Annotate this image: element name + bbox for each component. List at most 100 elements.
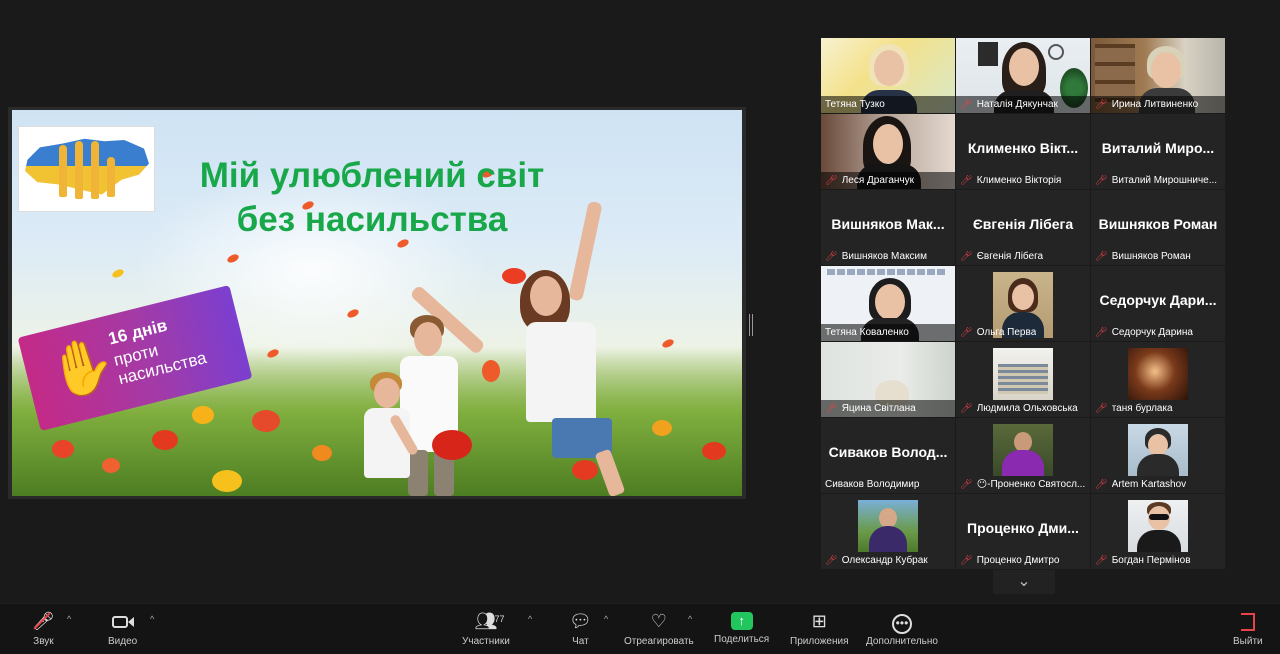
participants-count: 77 <box>494 614 505 624</box>
participant-name: 🎤︎ Вишняков Роман <box>1095 251 1191 262</box>
chat-bubble-icon: 💬︎ <box>569 611 592 631</box>
participant-name: 🎤︎ 😶-Проненко Святосл... <box>960 479 1086 490</box>
participants-button[interactable]: 👥︎ 77 Участники <box>462 610 510 647</box>
participant-tile[interactable]: 🎤︎ Наталія Дякунчак <box>956 38 1090 113</box>
participant-big-name: Вишняков Мак... <box>831 216 945 232</box>
people-icon: 👥︎ 77 <box>474 610 504 632</box>
participant-name: 🎤︎ Виталий Мирошниче... <box>1095 175 1218 186</box>
leave-door-icon <box>1240 610 1255 632</box>
chat-button[interactable]: 💬︎ Чат <box>569 610 592 647</box>
mic-muted-icon: 🎤︎ <box>1095 251 1108 262</box>
participant-tile[interactable]: 🎤︎ Олександр Кубрак <box>821 494 955 569</box>
family-logo <box>18 126 155 212</box>
audio-button[interactable]: 🎤︎ Звук <box>32 610 55 647</box>
participants-options-chevron-icon[interactable]: ^ <box>528 614 532 624</box>
mic-muted-icon: 🎤︎ <box>960 99 973 110</box>
participant-tile[interactable]: Сиваков Волод... Сиваков Володимир <box>821 418 955 493</box>
participant-tile[interactable]: 🎤︎ Яцина Світлана <box>821 342 955 417</box>
participant-name: 🎤︎ Євгенія Лібега <box>960 251 1044 262</box>
heart-icon: ♡ <box>650 611 667 631</box>
participant-big-name: Клименко Вікт... <box>967 140 1079 156</box>
slide-title: Мій улюблений світ без насильства <box>162 154 582 242</box>
mic-muted-icon: 🎤︎ <box>960 403 973 414</box>
participant-tile[interactable]: Тетяна Коваленко <box>821 266 955 341</box>
participant-name: 🎤︎ Леся Драганчук <box>821 172 955 189</box>
participant-name: Тетяна Коваленко <box>821 324 955 341</box>
chat-options-chevron-icon[interactable]: ^ <box>604 614 608 624</box>
gallery-next-page-chevron-icon[interactable]: ⌄ <box>993 570 1055 594</box>
mic-muted-icon: 🎤︎ <box>32 611 55 631</box>
participant-gallery: Тетяна Тузко 🎤︎ Наталія Дякунчак 🎤︎ Ирина … <box>821 38 1225 569</box>
meeting-toolbar: 🎤︎ Звук ^ Видео ^ 👥︎ 77 Участники ^ 💬︎ Ча… <box>0 603 1280 654</box>
participant-tile[interactable]: 🎤︎ Людмила Ольховська <box>956 342 1090 417</box>
apps-icon: ⊞ <box>811 611 827 631</box>
participant-tile[interactable]: 🎤︎ Богдан Пермінов <box>1091 494 1225 569</box>
mic-muted-icon: 🎤︎ <box>960 479 973 490</box>
shared-screen: Мій улюблений світ без насильства ✋ 16 д… <box>8 107 746 499</box>
react-button[interactable]: ♡ Отреагировать <box>624 610 694 647</box>
participant-name: 🎤︎ Проценко Дмитро <box>960 555 1060 566</box>
leave-button[interactable]: Выйти <box>1233 610 1263 647</box>
participant-tile[interactable]: Вишняков Мак... 🎤︎ Вишняков Максим <box>821 190 955 265</box>
participant-big-name: Сиваков Волод... <box>828 444 948 460</box>
slide-title-line1: Мій улюблений світ <box>199 156 545 195</box>
participant-tile[interactable]: 🎤︎ Ольга Перва <box>956 266 1090 341</box>
audio-options-chevron-icon[interactable]: ^ <box>67 614 71 624</box>
participant-tile[interactable]: Вишняков Роман 🎤︎ Вишняков Роман <box>1091 190 1225 265</box>
more-button[interactable]: ••• Дополнительно <box>866 610 938 647</box>
participant-name: 🎤︎ Людмила Ольховська <box>960 403 1078 414</box>
participant-tile[interactable]: 🎤︎ Ирина Литвиненко <box>1091 38 1225 113</box>
mic-muted-icon: 🎤︎ <box>1095 555 1108 566</box>
participant-tile[interactable]: 🎤︎ 😶-Проненко Святосл... <box>956 418 1090 493</box>
participant-tile[interactable]: Виталий Миро... 🎤︎ Виталий Мирошниче... <box>1091 114 1225 189</box>
participant-name: Сиваков Володимир <box>825 479 920 490</box>
participant-tile[interactable]: Клименко Вікт... 🎤︎ Клименко Вікторія <box>956 114 1090 189</box>
participant-name: 🎤︎ Седорчук Дарина <box>1095 327 1193 338</box>
mic-muted-icon: 🎤︎ <box>960 327 973 338</box>
participant-big-name: Проценко Дми... <box>967 520 1079 536</box>
mic-muted-icon: 🎤︎ <box>1095 99 1108 110</box>
presentation-slide: Мій улюблений світ без насильства ✋ 16 д… <box>12 110 742 496</box>
participant-big-name: Виталий Миро... <box>1101 140 1215 156</box>
mic-muted-icon: 🎤︎ <box>1095 175 1108 186</box>
mic-muted-icon: 🎤︎ <box>960 555 973 566</box>
participant-name: 🎤︎ Ольга Перва <box>960 327 1037 338</box>
mic-muted-icon: 🎤︎ <box>960 251 973 262</box>
mic-muted-icon: 🎤︎ <box>825 251 838 262</box>
participant-name: 🎤︎ Вишняков Максим <box>825 251 928 262</box>
map-of-ukraine-icon <box>25 138 149 195</box>
slide-title-line2: без насильства <box>236 200 508 239</box>
share-button[interactable]: ↑ Поделиться <box>714 610 769 645</box>
apps-button[interactable]: ⊞ Приложения <box>790 610 849 647</box>
mic-muted-icon: 🎤︎ <box>1095 403 1108 414</box>
participant-tile[interactable]: Євгенія Лібега 🎤︎ Євгенія Лібега <box>956 190 1090 265</box>
participant-tile[interactable]: 🎤︎ Artem Kartashov <box>1091 418 1225 493</box>
participant-name: 🎤︎ Ирина Литвиненко <box>1091 96 1225 113</box>
mic-muted-icon: 🎤︎ <box>825 403 838 414</box>
participant-tile[interactable]: 🎤︎ таня бурлака <box>1091 342 1225 417</box>
participant-name: 🎤︎ Artem Kartashov <box>1095 479 1187 490</box>
participant-name: 🎤︎ Клименко Вікторія <box>960 175 1062 186</box>
participant-name: Тетяна Тузко <box>821 96 955 113</box>
video-options-chevron-icon[interactable]: ^ <box>150 614 154 624</box>
participant-big-name: Євгенія Лібега <box>972 216 1074 232</box>
react-options-chevron-icon[interactable]: ^ <box>688 614 692 624</box>
participant-tile[interactable]: Седорчук Дари... 🎤︎ Седорчук Дарина <box>1091 266 1225 341</box>
participant-name: 🎤︎ Наталія Дякунчак <box>956 96 1090 113</box>
video-button[interactable]: Видео <box>108 610 137 647</box>
participant-name: 🎤︎ Богдан Пермінов <box>1095 555 1191 566</box>
mic-muted-icon: 🎤︎ <box>825 555 838 566</box>
split-resize-handle[interactable] <box>749 314 753 336</box>
mic-muted-icon: 🎤︎ <box>960 175 973 186</box>
mic-muted-icon: 🎤︎ <box>1095 479 1108 490</box>
ellipsis-icon: ••• <box>891 610 912 634</box>
participant-tile[interactable]: Тетяна Тузко <box>821 38 955 113</box>
participant-tile[interactable]: 🎤︎ Леся Драганчук <box>821 114 955 189</box>
mic-muted-icon: 🎤︎ <box>1095 327 1108 338</box>
camera-icon <box>111 610 134 632</box>
participant-big-name: Седорчук Дари... <box>1099 292 1217 308</box>
participant-tile[interactable]: Проценко Дми... 🎤︎ Проценко Дмитро <box>956 494 1090 569</box>
mic-muted-icon: 🎤︎ <box>825 175 838 186</box>
participant-name: 🎤︎ таня бурлака <box>1095 403 1173 414</box>
share-arrow-icon: ↑ <box>730 612 753 630</box>
